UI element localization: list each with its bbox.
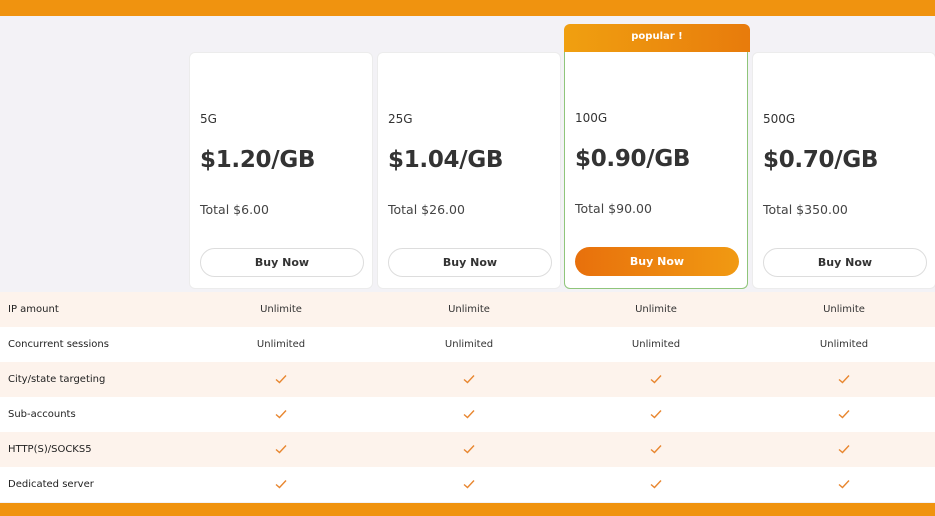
plan-price: $0.70/GB	[763, 147, 879, 173]
feature-check-cell	[564, 432, 748, 467]
feature-value: Unlimite	[823, 304, 865, 315]
check-icon	[650, 375, 662, 384]
feature-check-cell	[564, 467, 748, 502]
feature-check-cell	[189, 362, 373, 397]
check-icon	[463, 480, 475, 489]
buy-now-button-5g[interactable]: Buy Now	[200, 248, 364, 277]
feature-value: Unlimite	[635, 304, 677, 315]
feature-value: Unlimited	[819, 339, 869, 350]
plan-name: 25G	[388, 112, 413, 126]
plan-price: $0.90/GB	[575, 146, 691, 172]
feature-row-concurrent-sessions: Concurrent sessions Unlimited Unlimited …	[0, 327, 935, 362]
top-accent-bar	[0, 0, 935, 16]
check-icon	[650, 480, 662, 489]
feature-check-cell	[752, 362, 935, 397]
feature-row-city-state-targeting: City/state targeting	[0, 362, 935, 397]
check-icon	[838, 375, 850, 384]
buy-now-button-500g[interactable]: Buy Now	[763, 248, 927, 277]
feature-value: Unlimite	[448, 304, 490, 315]
feature-row-sub-accounts: Sub-accounts	[0, 397, 935, 432]
plan-total: Total $6.00	[200, 202, 269, 217]
plan-name: 500G	[763, 112, 796, 126]
buy-now-button-100g[interactable]: Buy Now	[575, 247, 739, 276]
feature-row-dedicated-server: Dedicated server	[0, 467, 935, 502]
check-icon	[650, 445, 662, 454]
plan-price: $1.20/GB	[200, 147, 316, 173]
feature-value: Unlimited	[444, 339, 494, 350]
feature-value: Unlimited	[256, 339, 306, 350]
plan-total: Total $90.00	[575, 201, 652, 216]
check-icon	[838, 410, 850, 419]
plan-total: Total $350.00	[763, 202, 848, 217]
feature-check-cell	[377, 397, 561, 432]
plan-price: $1.04/GB	[388, 147, 504, 173]
feature-label: IP amount	[8, 304, 59, 315]
check-icon	[463, 375, 475, 384]
check-icon	[275, 480, 287, 489]
feature-check-cell	[752, 397, 935, 432]
feature-label: Dedicated server	[8, 479, 94, 490]
check-icon	[838, 480, 850, 489]
check-icon	[275, 410, 287, 419]
check-icon	[275, 375, 287, 384]
feature-check-cell	[564, 397, 748, 432]
feature-label: Sub-accounts	[8, 409, 76, 420]
plan-card-500g: 500G $0.70/GB Total $350.00 Buy Now	[752, 52, 935, 289]
check-icon	[650, 410, 662, 419]
feature-check-cell	[189, 467, 373, 502]
feature-check-cell	[189, 432, 373, 467]
check-icon	[463, 410, 475, 419]
feature-label: City/state targeting	[8, 374, 106, 385]
plans-row: 5G $1.20/GB Total $6.00 Buy Now 25G $1.0…	[0, 16, 935, 291]
plan-card-100g: 100G $0.90/GB Total $90.00 Buy Now	[564, 52, 748, 289]
check-icon	[463, 445, 475, 454]
feature-row-ip-amount: IP amount Unlimite Unlimite Unlimite Unl…	[0, 292, 935, 327]
bottom-accent-bar	[0, 503, 935, 516]
feature-check-cell	[377, 362, 561, 397]
feature-check-cell	[377, 432, 561, 467]
plan-name: 100G	[575, 111, 608, 125]
feature-check-cell	[752, 432, 935, 467]
features-table: IP amount Unlimite Unlimite Unlimite Unl…	[0, 292, 935, 502]
feature-check-cell	[564, 362, 748, 397]
plan-card-5g: 5G $1.20/GB Total $6.00 Buy Now	[189, 52, 373, 289]
check-icon	[275, 445, 287, 454]
plan-card-25g: 25G $1.04/GB Total $26.00 Buy Now	[377, 52, 561, 289]
buy-now-button-25g[interactable]: Buy Now	[388, 248, 552, 277]
feature-value: Unlimite	[260, 304, 302, 315]
feature-label: HTTP(S)/SOCKS5	[8, 444, 92, 455]
feature-row-http-socks5: HTTP(S)/SOCKS5	[0, 432, 935, 467]
feature-check-cell	[377, 467, 561, 502]
check-icon	[838, 445, 850, 454]
feature-value: Unlimited	[631, 339, 681, 350]
feature-check-cell	[752, 467, 935, 502]
feature-label: Concurrent sessions	[8, 339, 109, 350]
feature-check-cell	[189, 397, 373, 432]
plan-name: 5G	[200, 112, 217, 126]
plan-total: Total $26.00	[388, 202, 465, 217]
